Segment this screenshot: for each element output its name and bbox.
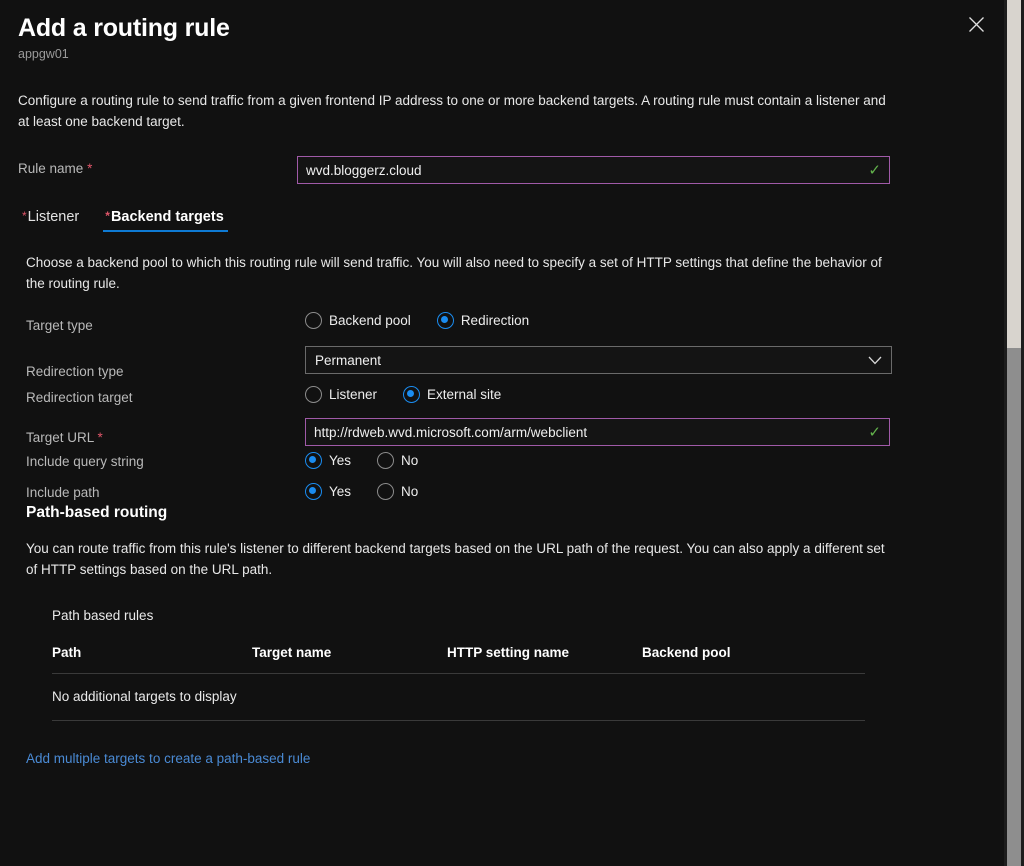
column-header-target-name: Target name bbox=[252, 645, 447, 674]
required-marker: * bbox=[97, 430, 103, 445]
redirection-target-label: Redirection target bbox=[26, 390, 133, 405]
radio-option-query-yes[interactable]: Yes bbox=[305, 452, 351, 469]
radio-path-no-label: No bbox=[401, 484, 419, 499]
rule-name-row: Rule name * ✓ bbox=[0, 156, 1004, 188]
radio-option-path-no[interactable]: No bbox=[377, 483, 418, 500]
rule-name-field[interactable]: ✓ bbox=[297, 156, 890, 184]
redirection-type-value: Permanent bbox=[315, 352, 382, 368]
tab-listener[interactable]: *Listener bbox=[18, 209, 83, 232]
radio-listener-label: Listener bbox=[329, 387, 378, 402]
radio-redirection-icon bbox=[436, 312, 454, 329]
redirection-type-control: Permanent bbox=[305, 346, 892, 374]
redirection-type-select[interactable]: Permanent bbox=[305, 346, 892, 374]
radio-path-yes-icon bbox=[305, 483, 322, 500]
rule-name-label: Rule name * bbox=[18, 161, 92, 176]
backend-targets-form: Target type Backend pool Redirection Red… bbox=[0, 312, 1004, 502]
radio-option-backend-pool[interactable]: Backend pool bbox=[305, 312, 411, 329]
rule-name-input[interactable] bbox=[306, 162, 863, 178]
radio-backend-pool-label: Backend pool bbox=[329, 313, 411, 328]
target-url-input[interactable] bbox=[314, 424, 863, 440]
radio-query-yes-icon bbox=[305, 452, 322, 469]
radio-option-path-yes[interactable]: Yes bbox=[305, 483, 351, 500]
target-url-label-text: Target URL bbox=[26, 430, 94, 445]
path-based-routing-title: Path-based routing bbox=[26, 504, 168, 521]
include-path-label: Include path bbox=[26, 485, 100, 500]
scrollbar-thumb[interactable] bbox=[1007, 0, 1021, 348]
target-type-label: Target type bbox=[26, 318, 93, 333]
valid-check-icon: ✓ bbox=[868, 161, 881, 179]
chevron-down-icon bbox=[868, 356, 882, 364]
radio-listener-icon bbox=[305, 386, 322, 403]
radio-redirection-label: Redirection bbox=[460, 313, 530, 328]
table-header-row: Path Target name HTTP setting name Backe… bbox=[52, 645, 865, 674]
radio-query-yes-label: Yes bbox=[329, 453, 352, 468]
column-header-backend-pool: Backend pool bbox=[642, 645, 865, 674]
tab-required-marker: * bbox=[105, 209, 110, 223]
path-based-routing-description: You can route traffic from this rule's l… bbox=[26, 541, 885, 577]
radio-path-yes-label: Yes bbox=[329, 484, 352, 499]
include-query-string-label: Include query string bbox=[26, 454, 144, 469]
radio-option-redirection[interactable]: Redirection bbox=[436, 312, 530, 329]
target-url-field[interactable]: ✓ bbox=[305, 418, 890, 446]
add-multiple-targets-link[interactable]: Add multiple targets to create a path-ba… bbox=[26, 751, 310, 766]
table-row: No additional targets to display bbox=[52, 673, 865, 721]
radio-query-no-label: No bbox=[401, 453, 419, 468]
tab-backend-targets-label: Backend targets bbox=[110, 209, 224, 225]
rule-name-label-text: Rule name bbox=[18, 161, 84, 176]
radio-option-listener[interactable]: Listener bbox=[305, 386, 377, 403]
target-url-label: Target URL * bbox=[26, 430, 103, 445]
tab-required-marker: * bbox=[22, 209, 27, 223]
table-caption: Path based rules bbox=[52, 608, 154, 623]
page-title: Add a routing rule bbox=[18, 14, 230, 42]
redirection-target-radio-group: Listener External site bbox=[305, 386, 501, 403]
close-icon bbox=[968, 16, 984, 32]
radio-external-site-icon bbox=[403, 386, 421, 403]
radio-option-external-site[interactable]: External site bbox=[403, 386, 501, 403]
table-empty-message: No additional targets to display bbox=[52, 673, 865, 721]
radio-path-no-icon bbox=[377, 483, 395, 500]
tab-bar: *Listener *Backend targets bbox=[0, 202, 1004, 232]
column-header-path: Path bbox=[52, 645, 252, 674]
radio-option-query-no[interactable]: No bbox=[377, 452, 418, 469]
radio-external-site-label: External site bbox=[427, 387, 502, 402]
path-based-rules-section: Path based rules Path Target name HTTP s… bbox=[52, 608, 865, 721]
required-marker: * bbox=[87, 161, 93, 176]
valid-check-icon: ✓ bbox=[868, 423, 881, 441]
radio-query-no-icon bbox=[377, 452, 395, 469]
include-path-radio-group: Yes No bbox=[305, 483, 418, 500]
radio-backend-pool-icon bbox=[305, 312, 322, 329]
tab-backend-targets[interactable]: *Backend targets bbox=[101, 209, 228, 232]
panel-header: Add a routing rule appgw01 bbox=[0, 0, 1004, 62]
resource-subtitle: appgw01 bbox=[18, 47, 69, 61]
path-based-rules-table: Path Target name HTTP setting name Backe… bbox=[52, 645, 865, 721]
column-header-http-setting-name: HTTP setting name bbox=[447, 645, 642, 674]
section-description: Choose a backend pool to which this rout… bbox=[26, 255, 882, 291]
target-type-radio-group: Backend pool Redirection bbox=[305, 312, 529, 329]
include-query-string-radio-group: Yes No bbox=[305, 452, 418, 469]
routing-rule-panel: Add a routing rule appgw01 Configure a r… bbox=[0, 0, 1004, 866]
close-button[interactable] bbox=[960, 8, 992, 40]
intro-text: Configure a routing rule to send traffic… bbox=[18, 93, 886, 129]
redirection-type-label: Redirection type bbox=[26, 364, 124, 379]
vertical-scrollbar[interactable] bbox=[1004, 0, 1024, 866]
tab-listener-label: Listener bbox=[27, 209, 80, 225]
